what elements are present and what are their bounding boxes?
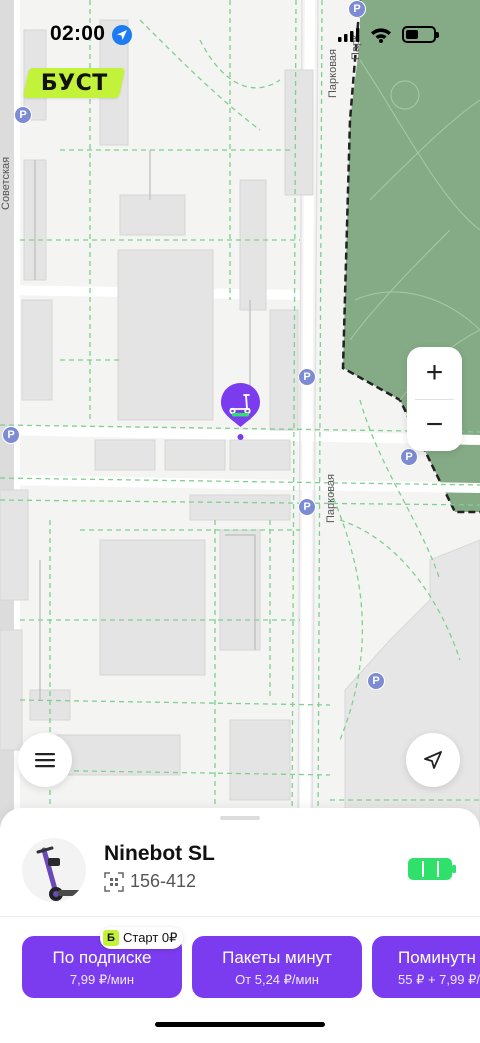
zoom-control: + − [407,347,462,451]
battery-icon [402,26,439,43]
app-screen: Советская Парковая Парковая Парк P P P P… [0,0,480,1043]
parking-icon[interactable]: P [2,426,20,444]
tariff-price: От 5,24 ₽/мин [235,972,319,987]
status-time: 02:00 [50,22,106,45]
hamburger-icon [35,753,55,768]
sheet-divider [0,916,480,917]
badge-text: Старт 0₽ [123,930,178,945]
brand-logo: БУСТ [22,68,126,98]
buildings [0,19,314,801]
zoom-in-button[interactable]: + [407,347,462,399]
parking-icon[interactable]: P [298,368,316,386]
signal-icon [338,27,360,42]
street-label-sovetskaya: Советская [0,156,12,210]
scooter-model: Ninebot SL [104,842,215,865]
tariff-price: 7,99 ₽/мин [69,972,135,987]
badge-logo-icon: Б [103,930,119,946]
scooter-pin-icon [221,383,260,440]
parking-icon[interactable]: P [367,672,385,690]
tariff-minute-packages-button[interactable]: Пакеты минут От 5,24 ₽/мин [192,936,362,998]
scooter-id: 156-412 [130,871,197,891]
zoom-divider [415,399,454,400]
zoom-out-button[interactable]: − [407,399,462,451]
street-label-parkovaya-bottom: Парковая [325,474,337,523]
my-location-button[interactable] [406,733,460,787]
tariff-per-minute-button[interactable]: Поминутн 55 ₽ + 7,99 ₽/ [372,936,480,998]
tariff-title: Поминутн [398,948,476,967]
scooter-thumbnail [22,838,86,902]
scooter-bottom-sheet: Ninebot SL 156-412 По подписке 7,99 ₽/ми… [0,808,480,1043]
location-arrow-icon [112,25,132,45]
scooter-map-pin[interactable] [220,382,261,440]
wifi-icon [371,27,391,43]
parking-icon[interactable]: P [298,498,316,516]
navigation-arrow-icon [424,751,442,769]
start-free-badge: Б Старт 0₽ [100,927,184,949]
home-indicator[interactable] [155,1022,325,1027]
brand-logo-text: БУСТ [40,70,108,96]
scooter-battery-icon [408,858,456,880]
tariff-title: По подписке [52,948,152,967]
tariff-list: По подписке 7,99 ₽/мин Пакеты минут От 5… [0,936,480,998]
status-bar: 02:00 [0,0,480,70]
qr-code-icon [104,872,124,892]
tariff-price: 55 ₽ + 7,99 ₽/ [398,972,480,987]
menu-button[interactable] [18,733,72,787]
parking-icon[interactable]: P [14,106,32,124]
sheet-grabber[interactable] [220,816,260,820]
scooter-image [36,846,84,901]
tariff-title: Пакеты минут [222,948,332,967]
building-large [344,539,480,830]
